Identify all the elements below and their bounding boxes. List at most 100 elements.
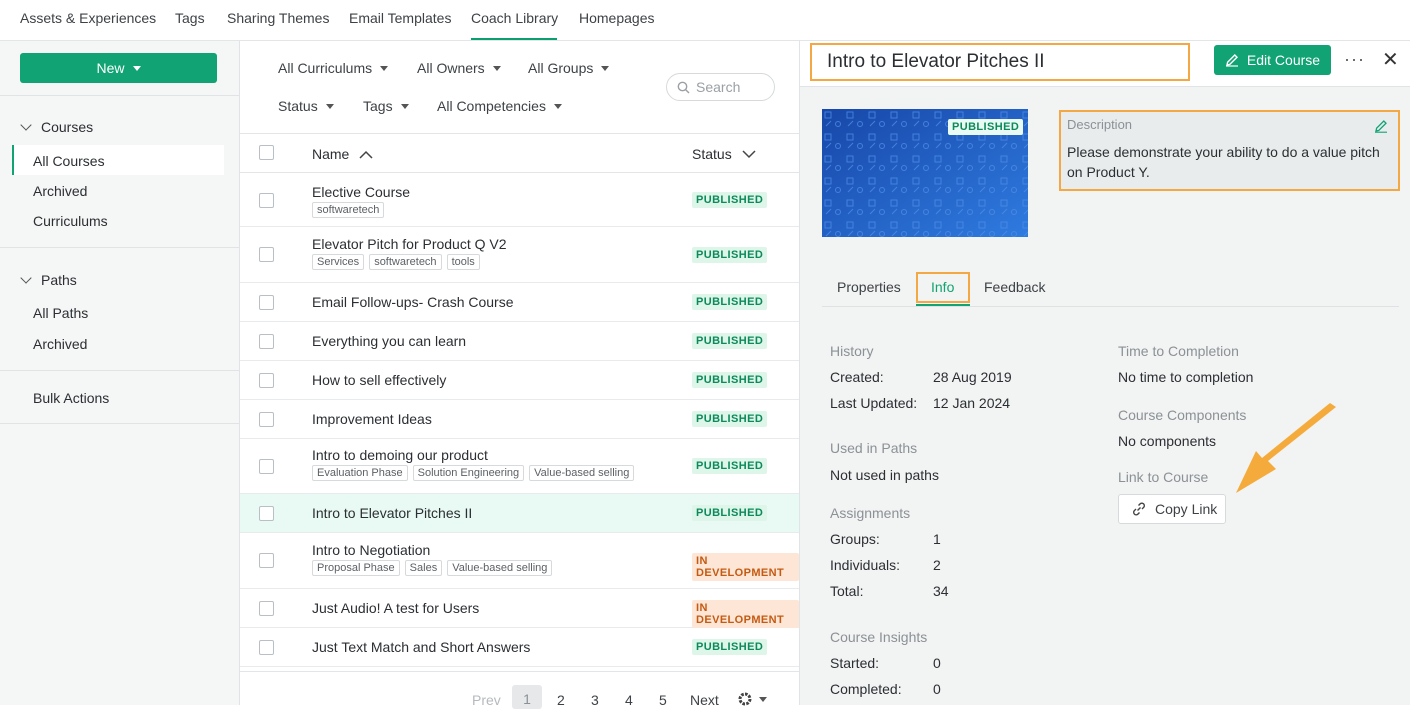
courses-section-toggle[interactable]: Courses [20, 119, 93, 135]
page-4-button[interactable]: 4 [625, 692, 633, 708]
course-name[interactable]: Intro to demoing our product [312, 447, 488, 463]
chevron-down-icon [20, 272, 32, 284]
table-row[interactable]: How to sell effectively PUBLISHED [240, 361, 799, 400]
course-name[interactable]: Intro to Elevator Pitches II [312, 505, 472, 521]
sort-by-name[interactable]: Name [312, 146, 373, 162]
table-row[interactable]: Everything you can learn PUBLISHED [240, 322, 799, 361]
new-button-label: New [96, 60, 125, 76]
tab-coach-library[interactable]: Coach Library [471, 10, 558, 26]
top-nav: Assets & Experiences Tags Sharing Themes… [0, 0, 1410, 41]
course-tag: tools [446, 254, 480, 270]
filter-owners-label: All Owners [417, 60, 485, 76]
select-all-checkbox[interactable] [259, 145, 274, 160]
prev-page-button[interactable]: Prev [472, 692, 501, 708]
row-checkbox[interactable] [259, 295, 274, 310]
filter-status[interactable]: Status [278, 98, 334, 114]
started-value: 0 [933, 655, 941, 671]
row-checkbox[interactable] [259, 193, 274, 208]
table-row[interactable]: Intro to demoing our product Evaluation … [240, 439, 799, 494]
chevron-down-icon [742, 149, 756, 158]
filter-curriculums[interactable]: All Curriculums [278, 60, 389, 76]
tab-assets-experiences[interactable]: Assets & Experiences [20, 10, 156, 26]
course-name[interactable]: Elevator Pitch for Product Q V2 [312, 236, 507, 252]
row-checkbox[interactable] [259, 640, 274, 655]
filter-tags[interactable]: Tags [363, 98, 409, 114]
close-icon[interactable]: ✕ [1382, 47, 1399, 72]
table-row[interactable]: Just Audio! A test for Users IN DEVELOPM… [240, 589, 799, 628]
table-row[interactable]: Elective Course softwaretech PUBLISHED [240, 174, 799, 227]
page-1-button[interactable]: 1 [512, 685, 542, 709]
tab-email-templates[interactable]: Email Templates [349, 10, 451, 26]
course-name[interactable]: Just Text Match and Short Answers [312, 639, 530, 655]
sidebar-item-all-paths[interactable]: All Paths [33, 305, 88, 321]
chevron-down-icon [20, 119, 32, 131]
course-tag: softwaretech [369, 254, 442, 270]
row-checkbox[interactable] [259, 247, 274, 262]
new-button[interactable]: New [20, 53, 217, 83]
course-name[interactable]: How to sell effectively [312, 372, 446, 388]
row-checkbox[interactable] [259, 506, 274, 521]
tab-properties[interactable]: Properties [837, 279, 901, 295]
course-name[interactable]: Elective Course [312, 184, 410, 200]
row-checkbox[interactable] [259, 553, 274, 568]
updated-value: 12 Jan 2024 [933, 395, 1011, 411]
table-row[interactable]: Intro to Negotiation Proposal Phase Sale… [240, 533, 799, 589]
course-name[interactable]: Email Follow-ups- Crash Course [312, 294, 514, 310]
insights-label: Course Insights [830, 629, 928, 645]
used-in-paths-label: Used in Paths [830, 440, 918, 456]
more-options-icon[interactable]: ··· [1344, 49, 1365, 70]
table-row[interactable]: Improvement Ideas PUBLISHED [240, 400, 799, 439]
individuals-label: Individuals: [830, 557, 901, 573]
active-tab-indicator [916, 304, 970, 306]
page-2-button[interactable]: 2 [557, 692, 565, 708]
page-5-button[interactable]: 5 [659, 692, 667, 708]
table-row[interactable]: Email Follow-ups- Crash Course PUBLISHED [240, 283, 799, 322]
edit-description-icon[interactable] [1374, 119, 1388, 133]
row-checkbox[interactable] [259, 373, 274, 388]
search-input[interactable]: Search [666, 73, 775, 101]
table-row[interactable]: Just Text Match and Short Answers PUBLIS… [240, 628, 799, 667]
tab-feedback[interactable]: Feedback [984, 279, 1045, 295]
history-label: History [830, 343, 874, 359]
updated-label: Last Updated: [830, 395, 918, 411]
next-page-button[interactable]: Next [690, 692, 719, 708]
course-tag: Solution Engineering [412, 465, 525, 481]
course-name[interactable]: Improvement Ideas [312, 411, 432, 427]
link-to-course-label: Link to Course [1118, 469, 1209, 485]
sidebar-item-archived-courses[interactable]: Archived [33, 183, 87, 199]
row-checkbox[interactable] [259, 459, 274, 474]
status-badge: PUBLISHED [692, 294, 768, 310]
detail-tabs: Properties Info Feedback [822, 272, 1399, 307]
sidebar-item-archived-paths[interactable]: Archived [33, 336, 87, 352]
detail-header: Intro to Elevator Pitches II Edit Course… [800, 41, 1410, 87]
tab-sharing-themes[interactable]: Sharing Themes [227, 10, 329, 26]
tab-tags[interactable]: Tags [175, 10, 205, 26]
tab-homepages[interactable]: Homepages [579, 10, 655, 26]
sidebar-item-bulk-actions[interactable]: Bulk Actions [33, 390, 109, 406]
table-row[interactable]: Elevator Pitch for Product Q V2 Services… [240, 227, 799, 283]
edit-course-label: Edit Course [1246, 52, 1321, 68]
row-checkbox[interactable] [259, 334, 274, 349]
sort-by-status[interactable]: Status [692, 146, 756, 162]
tab-info[interactable]: Info [931, 279, 954, 295]
edit-course-button[interactable]: Edit Course [1214, 45, 1331, 75]
time-to-completion-value: No time to completion [1118, 369, 1254, 385]
sidebar: New Courses All Courses Archived Curricu… [0, 41, 240, 705]
copy-link-button[interactable]: Copy Link [1118, 494, 1226, 524]
paths-section-toggle[interactable]: Paths [20, 272, 77, 288]
course-name[interactable]: Just Audio! A test for Users [312, 600, 479, 616]
status-badge: PUBLISHED [692, 458, 768, 474]
table-row-selected[interactable]: Intro to Elevator Pitches II PUBLISHED [240, 494, 799, 533]
page-3-button[interactable]: 3 [591, 692, 599, 708]
row-checkbox[interactable] [259, 601, 274, 616]
sidebar-item-all-courses[interactable]: All Courses [33, 153, 105, 169]
link-icon [1133, 502, 1145, 516]
course-name[interactable]: Intro to Negotiation [312, 542, 430, 558]
sidebar-item-curriculums[interactable]: Curriculums [33, 213, 108, 229]
filter-competencies[interactable]: All Competencies [437, 98, 562, 114]
filter-groups[interactable]: All Groups [528, 60, 610, 76]
active-tab-indicator [471, 38, 557, 40]
row-checkbox[interactable] [259, 412, 274, 427]
course-name[interactable]: Everything you can learn [312, 333, 466, 349]
filter-owners[interactable]: All Owners [417, 60, 501, 76]
